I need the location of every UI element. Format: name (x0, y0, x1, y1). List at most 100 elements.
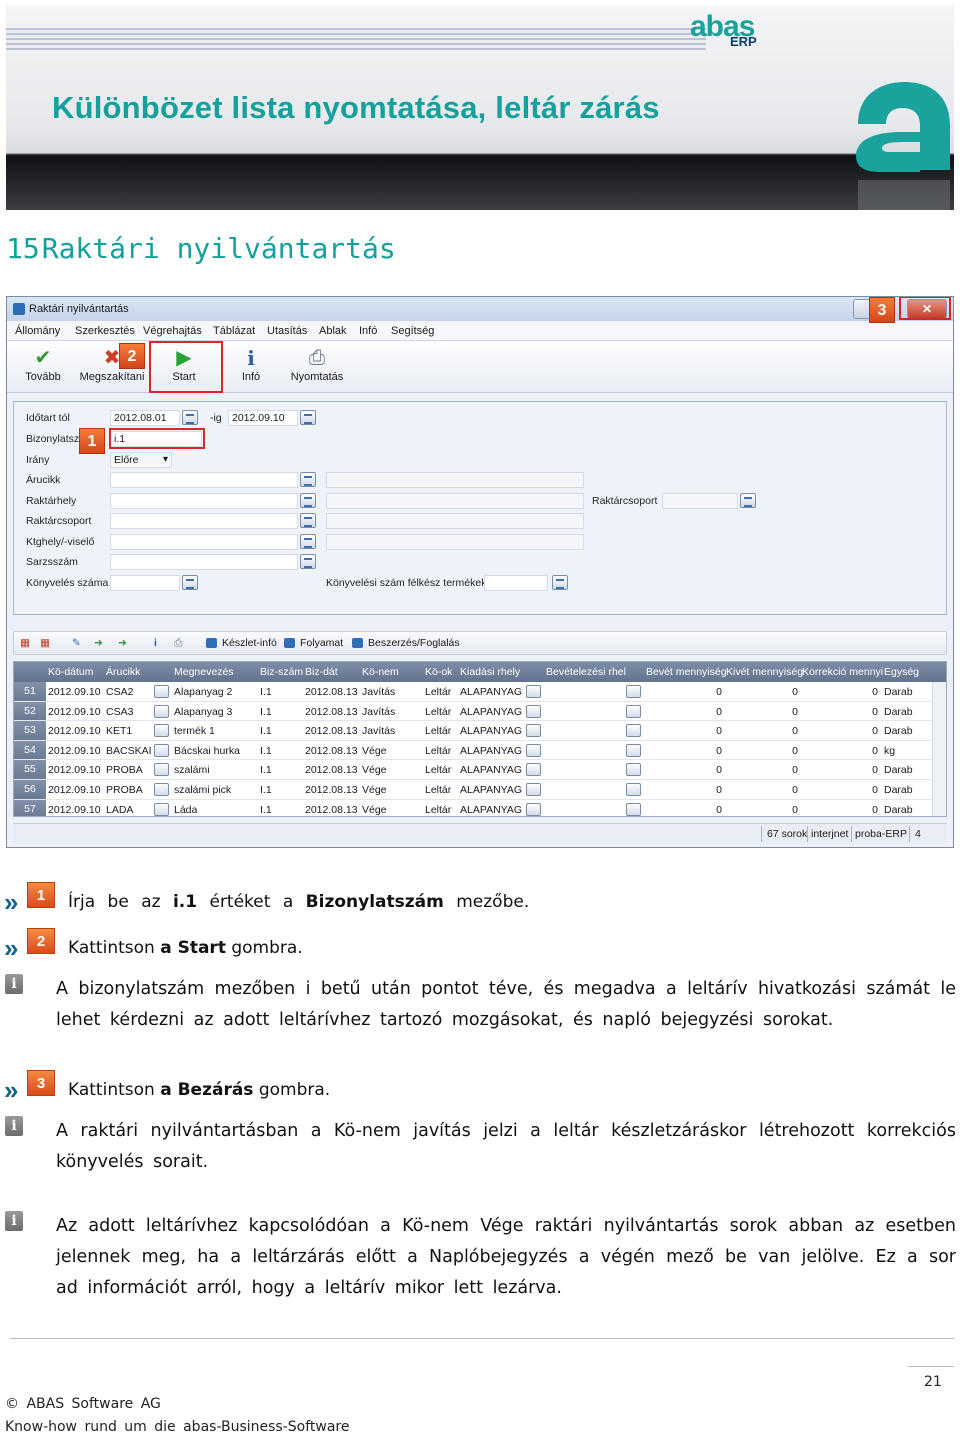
printer-icon[interactable]: ⎙ (174, 637, 182, 650)
arucikk-lookup-icon[interactable] (154, 743, 169, 757)
table-row[interactable]: 56 2012.09.10 PROBA szalámi pick I.1 2012.08.… (14, 780, 946, 800)
col-header[interactable]: Kö-nem (362, 666, 399, 678)
col-header[interactable]: Bevételezési rhel (546, 666, 626, 678)
kiadasi-lookup-icon[interactable] (526, 802, 541, 816)
menu-ablak[interactable]: Ablak (319, 325, 347, 337)
kiadasi-lookup-icon[interactable] (526, 783, 541, 796)
step-2-button: a Start (160, 938, 226, 958)
lookup-icon[interactable] (740, 493, 756, 508)
raktarhely-field[interactable] (110, 493, 298, 509)
bevetelezesi-lookup-icon[interactable] (626, 802, 641, 816)
nyomtatas-button[interactable]: ⎙ Nyomtatás (289, 345, 345, 383)
arucikk-lookup-icon[interactable] (154, 802, 169, 816)
menu-allomany[interactable]: Állomány (15, 325, 60, 337)
grid-cell-arucikk: KET1 (106, 725, 133, 738)
info-button[interactable]: i Infó (233, 345, 269, 383)
menu-tablazat[interactable]: Táblázat (213, 325, 255, 337)
arrow-icon[interactable]: ➜ (118, 637, 127, 649)
col-header[interactable]: Bevét mennyiség (646, 666, 727, 678)
edit-icon[interactable]: ✎ (72, 637, 81, 649)
folyamat-icon (284, 638, 295, 648)
raktarcsoport-desc (326, 513, 584, 529)
col-header[interactable]: Kö-ok (425, 666, 452, 678)
bevetelezesi-lookup-icon[interactable] (626, 724, 641, 738)
col-header[interactable]: Biz-dát (305, 666, 338, 678)
grid-cell-kiadasi: ALAPANYAG (460, 705, 523, 718)
grid-icon[interactable]: ▦ (20, 637, 30, 649)
kiadasi-lookup-icon[interactable] (526, 704, 541, 718)
step-chevron-icon: » (4, 1075, 19, 1105)
col-header[interactable]: Biz-szám (260, 666, 303, 678)
menu-segitseg[interactable]: Segítség (391, 325, 434, 337)
table-row[interactable]: 57 2012.09.10 LADA Láda I.1 2012.08.13 Vége Lel… (14, 799, 946, 816)
date-to-field[interactable]: 2012.09.10 (228, 410, 298, 426)
calendar-icon[interactable] (300, 410, 316, 425)
bevetelezesi-lookup-icon[interactable] (626, 743, 641, 757)
menu-vegrehajtas[interactable]: Végrehajtás (143, 325, 202, 337)
grid-cell-korrekcio: 0 (872, 686, 878, 698)
col-header[interactable]: Kiadási rhely (460, 666, 520, 678)
col-header[interactable]: Árucikk (106, 666, 140, 678)
kiadasi-lookup-icon[interactable] (526, 763, 541, 777)
lookup-icon[interactable] (300, 513, 316, 528)
lookup-icon[interactable] (300, 472, 316, 487)
folyamat-button[interactable]: Folyamat (300, 637, 343, 649)
table-row[interactable]: 51 2012.09.10 CSA2 Alapanyag 2 I.1 2012.08.13… (14, 682, 946, 702)
lookup-icon[interactable] (300, 493, 316, 508)
raktarcsoport-right-field[interactable] (662, 493, 738, 509)
arucikk-lookup-icon[interactable] (154, 724, 169, 738)
label-konyveles: Könyvelés száma (26, 577, 109, 589)
lookup-icon[interactable] (552, 575, 568, 590)
kiadasi-lookup-icon[interactable] (526, 685, 541, 698)
arucikk-field[interactable] (110, 472, 298, 488)
col-header[interactable]: Egység (884, 666, 919, 678)
sarzsszam-field[interactable] (110, 554, 298, 570)
beszerzes-button[interactable]: Beszerzés/Foglalás (368, 637, 460, 649)
konyveles-field[interactable] (110, 575, 180, 591)
menu-szerkesztes[interactable]: Szerkesztés (75, 325, 135, 337)
grid-cell-bevet: 0 (716, 764, 722, 777)
section-heading: 15Raktári nyilvántartás (6, 232, 396, 265)
col-header[interactable]: Kivét mennyiség (726, 666, 803, 678)
col-header[interactable]: Korrekció mennyi (802, 666, 883, 678)
grid-cell-egyseg: Darab (884, 764, 913, 777)
lookup-icon[interactable] (182, 575, 198, 590)
kiadasi-lookup-icon[interactable] (526, 743, 541, 757)
menu-info[interactable]: Infó (359, 325, 377, 337)
lookup-icon[interactable] (300, 554, 316, 569)
keszlet-info-button[interactable]: Készlet-infó (222, 637, 277, 649)
tovabb-button[interactable]: ✔ Tovább (23, 345, 63, 383)
step-1-text: Írja be az i.1 értéket a Bizonylatszám m… (68, 892, 529, 912)
ktghely-field[interactable] (110, 534, 298, 550)
grid-cell-egyseg: Darab (884, 686, 913, 698)
konyv-felkesz-field[interactable] (484, 575, 548, 591)
table-row[interactable]: 52 2012.09.10 CSA3 Alapanyag 3 I.1 2012.08.13… (14, 701, 946, 722)
kiadasi-lookup-icon[interactable] (526, 724, 541, 738)
arucikk-lookup-icon[interactable] (154, 763, 169, 777)
col-header[interactable]: Kö-dátum (48, 666, 94, 678)
table-row[interactable]: 54 2012.09.10 BACSKAI Bácskai hurka I.1 2012.… (14, 740, 946, 761)
bevetelezesi-lookup-icon[interactable] (626, 704, 641, 718)
bevetelezesi-lookup-icon[interactable] (626, 783, 641, 796)
arucikk-lookup-icon[interactable] (154, 685, 169, 698)
bevetelezesi-lookup-icon[interactable] (626, 763, 641, 777)
lookup-icon[interactable] (300, 534, 316, 549)
arrow-icon[interactable]: ➜ (94, 637, 103, 649)
col-header[interactable]: Megnevezés (174, 666, 234, 678)
info-icon[interactable]: i (154, 637, 157, 649)
grid-icon[interactable]: ▦ (40, 637, 50, 649)
table-row[interactable]: 53 2012.09.10 KET1 termék 1 I.1 2012.08.13 Jav… (14, 721, 946, 741)
status-num: 4 (915, 828, 921, 840)
grid-cell-konem: Vége (362, 764, 387, 777)
table-row[interactable]: 55 2012.09.10 PROBA szalámi I.1 2012.08.13 Vég… (14, 760, 946, 780)
grid-cell-bizdat: 2012.08.13 (305, 803, 358, 816)
raktarcsoport-field[interactable] (110, 513, 298, 529)
arucikk-lookup-icon[interactable] (154, 783, 169, 796)
bevetelezesi-lookup-icon[interactable] (626, 685, 641, 698)
menu-utasitas[interactable]: Utasítás (267, 325, 307, 337)
irany-select[interactable]: Előre (110, 452, 172, 468)
arucikk-lookup-icon[interactable] (154, 704, 169, 718)
grid-scrollbar[interactable] (932, 682, 946, 816)
date-from-field[interactable]: 2012.08.01 (110, 410, 180, 426)
calendar-icon[interactable] (182, 410, 198, 425)
